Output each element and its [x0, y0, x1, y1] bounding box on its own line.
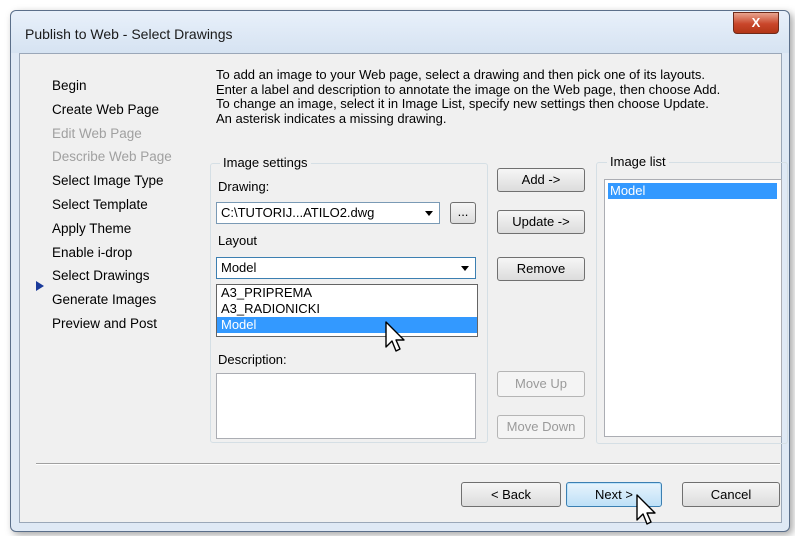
footer-separator	[36, 463, 780, 465]
layout-dropdown-list: A3_PRIPREMA A3_RADIONICKI Model	[216, 284, 478, 337]
wizard-steps-nav: Begin Create Web Page Edit Web Page Desc…	[52, 74, 172, 336]
current-step-arrow-icon	[36, 281, 44, 291]
title-bar: Publish to Web - Select Drawings X	[11, 11, 789, 53]
instruction-line: An asterisk indicates a missing drawing.	[216, 110, 447, 126]
window-title: Publish to Web - Select Drawings	[25, 26, 233, 42]
layout-option[interactable]: A3_RADIONICKI	[217, 301, 477, 317]
move-down-button[interactable]: Move Down	[497, 415, 585, 439]
image-list-label: Image list	[607, 154, 669, 169]
drawing-label: Drawing:	[218, 179, 270, 194]
image-listbox[interactable]: Model	[604, 179, 782, 437]
image-settings-label: Image settings	[220, 155, 311, 170]
instruction-line: Enter a label and description to annotat…	[216, 81, 721, 97]
description-label: Description:	[218, 352, 287, 367]
mouse-pointer-icon	[636, 494, 656, 525]
nav-step-generate-images[interactable]: Generate Images	[52, 288, 172, 312]
drawing-value: C:\TUTORIJ...ATILO2.dwg	[221, 205, 375, 220]
image-list-item[interactable]: Model	[608, 183, 777, 199]
mouse-pointer-icon	[385, 321, 405, 352]
nav-step-apply-theme[interactable]: Apply Theme	[52, 217, 172, 241]
cancel-button[interactable]: Cancel	[682, 482, 780, 507]
drawing-select[interactable]: C:\TUTORIJ...ATILO2.dwg	[216, 202, 440, 224]
nav-step-select-template[interactable]: Select Template	[52, 193, 172, 217]
layout-option[interactable]: A3_PRIPREMA	[217, 285, 477, 301]
remove-button[interactable]: Remove	[497, 257, 585, 281]
layout-label: Layout	[218, 233, 258, 248]
nav-step-begin[interactable]: Begin	[52, 74, 172, 98]
add-button[interactable]: Add ->	[497, 168, 585, 192]
instruction-line: To add an image to your Web page, select…	[216, 67, 706, 82]
nav-step-describe-web-page: Describe Web Page	[52, 149, 172, 165]
close-button[interactable]: X	[733, 12, 779, 34]
nav-step-select-image-type[interactable]: Select Image Type	[52, 169, 172, 193]
description-input[interactable]	[216, 373, 476, 439]
layout-option-selected[interactable]: Model	[217, 317, 477, 333]
nav-step-edit-web-page: Edit Web Page	[52, 125, 142, 141]
instructions-text: To add an image to your Web page, select…	[216, 67, 786, 126]
chevron-down-icon	[425, 211, 433, 216]
nav-step-create-web-page[interactable]: Create Web Page	[52, 98, 172, 122]
browse-button[interactable]: ...	[450, 202, 476, 224]
nav-step-preview-and-post[interactable]: Preview and Post	[52, 312, 172, 336]
instruction-line: To change an image, select it in Image L…	[216, 96, 709, 111]
layout-value: Model	[221, 260, 257, 275]
update-button[interactable]: Update ->	[497, 210, 585, 234]
move-up-button[interactable]: Move Up	[497, 371, 585, 397]
layout-select[interactable]: Model	[216, 257, 476, 279]
back-button[interactable]: < Back	[461, 482, 561, 507]
nav-step-select-drawings[interactable]: Select Drawings	[52, 264, 172, 288]
nav-step-enable-i-drop[interactable]: Enable i-drop	[52, 241, 172, 265]
chevron-down-icon	[461, 266, 469, 271]
